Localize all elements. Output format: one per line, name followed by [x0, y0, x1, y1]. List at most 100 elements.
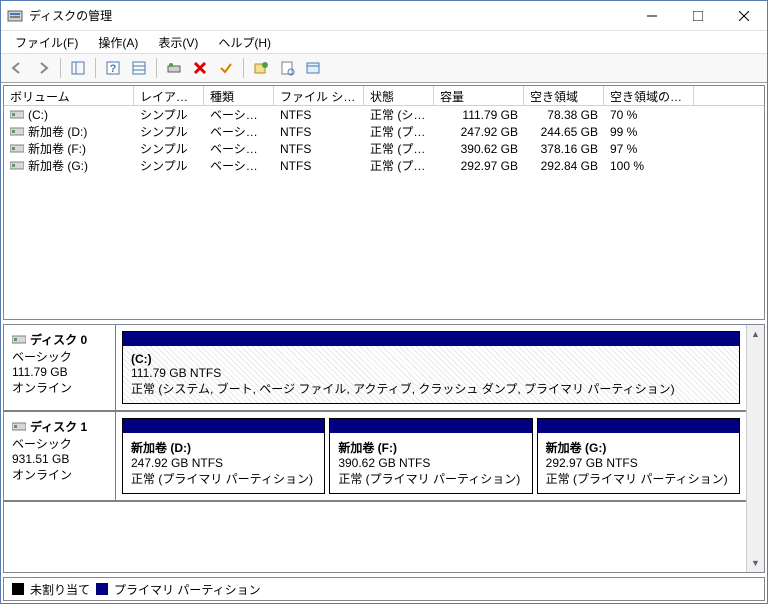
- volume-cell: NTFS: [274, 142, 364, 156]
- volume-cell: 244.65 GB: [524, 125, 604, 139]
- show-hide-tree-button[interactable]: [66, 56, 90, 80]
- volume-row[interactable]: (C:)シンプルベーシックNTFS正常 (シス...111.79 GB78.38…: [4, 106, 764, 123]
- partition-box[interactable]: 新加卷 (D:)247.92 GB NTFS正常 (プライマリ パーティション): [122, 418, 325, 494]
- column-header[interactable]: 空き領域: [524, 86, 604, 105]
- action-button[interactable]: [301, 56, 325, 80]
- disk-row: ディスク 0ベーシック111.79 GBオンライン(C:)111.79 GB N…: [4, 325, 746, 412]
- check-button[interactable]: [214, 56, 238, 80]
- volume-cell: NTFS: [274, 125, 364, 139]
- refresh-button[interactable]: [249, 56, 273, 80]
- svg-text:?: ?: [110, 63, 117, 75]
- column-header[interactable]: ファイル システム: [274, 86, 364, 105]
- volume-cell: 292.84 GB: [524, 159, 604, 173]
- disk-partitions: (C:)111.79 GB NTFS正常 (システム, ブート, ページ ファイ…: [116, 325, 746, 410]
- legend-primary-swatch: [96, 583, 108, 595]
- volume-row[interactable]: 新加卷 (D:)シンプルベーシックNTFS正常 (プラ...247.92 GB2…: [4, 123, 764, 140]
- scroll-track[interactable]: [747, 343, 764, 554]
- volume-cell: 新加卷 (G:): [4, 157, 134, 174]
- titlebar[interactable]: ディスクの管理: [1, 1, 767, 31]
- menu-view[interactable]: 表示(V): [148, 32, 208, 53]
- vertical-scrollbar[interactable]: ▲ ▼: [746, 325, 764, 572]
- back-button[interactable]: [5, 56, 29, 80]
- toolbar-separator: [156, 58, 157, 78]
- column-header[interactable]: 容量: [434, 86, 524, 105]
- toolbar-separator: [243, 58, 244, 78]
- volume-cell: 99 %: [604, 125, 694, 139]
- partition-header-bar: [330, 419, 531, 433]
- column-header[interactable]: 空き領域の割...: [604, 86, 694, 105]
- partition-box[interactable]: (C:)111.79 GB NTFS正常 (システム, ブート, ページ ファイ…: [122, 331, 740, 404]
- volume-cell: 247.92 GB: [434, 125, 524, 139]
- volume-cell: 70 %: [604, 108, 694, 122]
- column-header[interactable]: レイアウト: [134, 86, 204, 105]
- menu-help[interactable]: ヘルプ(H): [208, 32, 281, 53]
- disk-row: ディスク 1ベーシック931.51 GBオンライン新加卷 (D:)247.92 …: [4, 412, 746, 502]
- volume-cell: 正常 (プラ...: [364, 140, 434, 157]
- disk-management-window: ディスクの管理 ファイル(F) 操作(A) 表示(V) ヘルプ(H) ? ボリュ…: [0, 0, 768, 604]
- forward-button[interactable]: [31, 56, 55, 80]
- volume-cell: 正常 (シス...: [364, 106, 434, 123]
- volume-cell: 111.79 GB: [434, 108, 524, 122]
- maximize-button[interactable]: [675, 1, 721, 31]
- menu-action[interactable]: 操作(A): [88, 32, 148, 53]
- properties-button[interactable]: [275, 56, 299, 80]
- view-list-button[interactable]: [127, 56, 151, 80]
- volume-list-pane: ボリュームレイアウト種類ファイル システム状態容量空き領域空き領域の割... (…: [3, 85, 765, 320]
- legend-unallocated-label: 未割り当て: [30, 581, 90, 598]
- help-button[interactable]: ?: [101, 56, 125, 80]
- volume-cell: NTFS: [274, 159, 364, 173]
- legend-bar: 未割り当て プライマリ パーティション: [3, 577, 765, 601]
- disk-info[interactable]: ディスク 0ベーシック111.79 GBオンライン: [4, 325, 116, 410]
- volume-cell: 78.38 GB: [524, 108, 604, 122]
- disk-partitions: 新加卷 (D:)247.92 GB NTFS正常 (プライマリ パーティション)…: [116, 412, 746, 500]
- volume-cell: シンプル: [134, 157, 204, 174]
- column-header[interactable]: ボリューム: [4, 86, 134, 105]
- disk-info[interactable]: ディスク 1ベーシック931.51 GBオンライン: [4, 412, 116, 500]
- delete-button[interactable]: [188, 56, 212, 80]
- volume-cell: NTFS: [274, 108, 364, 122]
- content-area: ボリュームレイアウト種類ファイル システム状態容量空き領域空き領域の割... (…: [1, 83, 767, 603]
- legend-primary-label: プライマリ パーティション: [114, 581, 261, 598]
- menubar: ファイル(F) 操作(A) 表示(V) ヘルプ(H): [1, 31, 767, 53]
- column-header[interactable]: 状態: [364, 86, 434, 105]
- volume-cell: 292.97 GB: [434, 159, 524, 173]
- window-title: ディスクの管理: [29, 7, 629, 24]
- volume-cell: シンプル: [134, 140, 204, 157]
- volume-cell: ベーシック: [204, 157, 274, 174]
- volume-cell: 378.16 GB: [524, 142, 604, 156]
- volume-cell: シンプル: [134, 106, 204, 123]
- volume-cell: 正常 (プラ...: [364, 157, 434, 174]
- toolbar: ?: [1, 53, 767, 83]
- scroll-down-button[interactable]: ▼: [747, 554, 764, 572]
- partition-body: 新加卷 (D:)247.92 GB NTFS正常 (プライマリ パーティション): [123, 433, 324, 493]
- volume-cell: ベーシック: [204, 123, 274, 140]
- partition-body: (C:)111.79 GB NTFS正常 (システム, ブート, ページ ファイ…: [123, 346, 739, 403]
- volume-cell: 新加卷 (D:): [4, 123, 134, 140]
- disk-graphical-pane: ディスク 0ベーシック111.79 GBオンライン(C:)111.79 GB N…: [3, 324, 765, 573]
- toolbar-separator: [60, 58, 61, 78]
- column-header[interactable]: 種類: [204, 86, 274, 105]
- column-headers: ボリュームレイアウト種類ファイル システム状態容量空き領域空き領域の割...: [4, 86, 764, 106]
- volume-cell: 100 %: [604, 159, 694, 173]
- menu-file[interactable]: ファイル(F): [5, 32, 88, 53]
- scroll-up-button[interactable]: ▲: [747, 325, 764, 343]
- partition-header-bar: [123, 419, 324, 433]
- volume-cell: 正常 (プラ...: [364, 123, 434, 140]
- partition-header-bar: [538, 419, 739, 433]
- minimize-button[interactable]: [629, 1, 675, 31]
- partition-body: 新加卷 (F:)390.62 GB NTFS正常 (プライマリ パーティション): [330, 433, 531, 493]
- volume-row[interactable]: 新加卷 (G:)シンプルベーシックNTFS正常 (プラ...292.97 GB2…: [4, 157, 764, 174]
- volume-cell: 新加卷 (F:): [4, 140, 134, 157]
- volume-row[interactable]: 新加卷 (F:)シンプルベーシックNTFS正常 (プラ...390.62 GB3…: [4, 140, 764, 157]
- settings-button[interactable]: [162, 56, 186, 80]
- toolbar-separator: [95, 58, 96, 78]
- volume-cell: (C:): [4, 108, 134, 122]
- app-icon: [7, 8, 23, 24]
- volume-cell: 390.62 GB: [434, 142, 524, 156]
- partition-body: 新加卷 (G:)292.97 GB NTFS正常 (プライマリ パーティション): [538, 433, 739, 493]
- close-button[interactable]: [721, 1, 767, 31]
- partition-box[interactable]: 新加卷 (G:)292.97 GB NTFS正常 (プライマリ パーティション): [537, 418, 740, 494]
- legend-unallocated-swatch: [12, 583, 24, 595]
- partition-box[interactable]: 新加卷 (F:)390.62 GB NTFS正常 (プライマリ パーティション): [329, 418, 532, 494]
- volume-cell: ベーシック: [204, 106, 274, 123]
